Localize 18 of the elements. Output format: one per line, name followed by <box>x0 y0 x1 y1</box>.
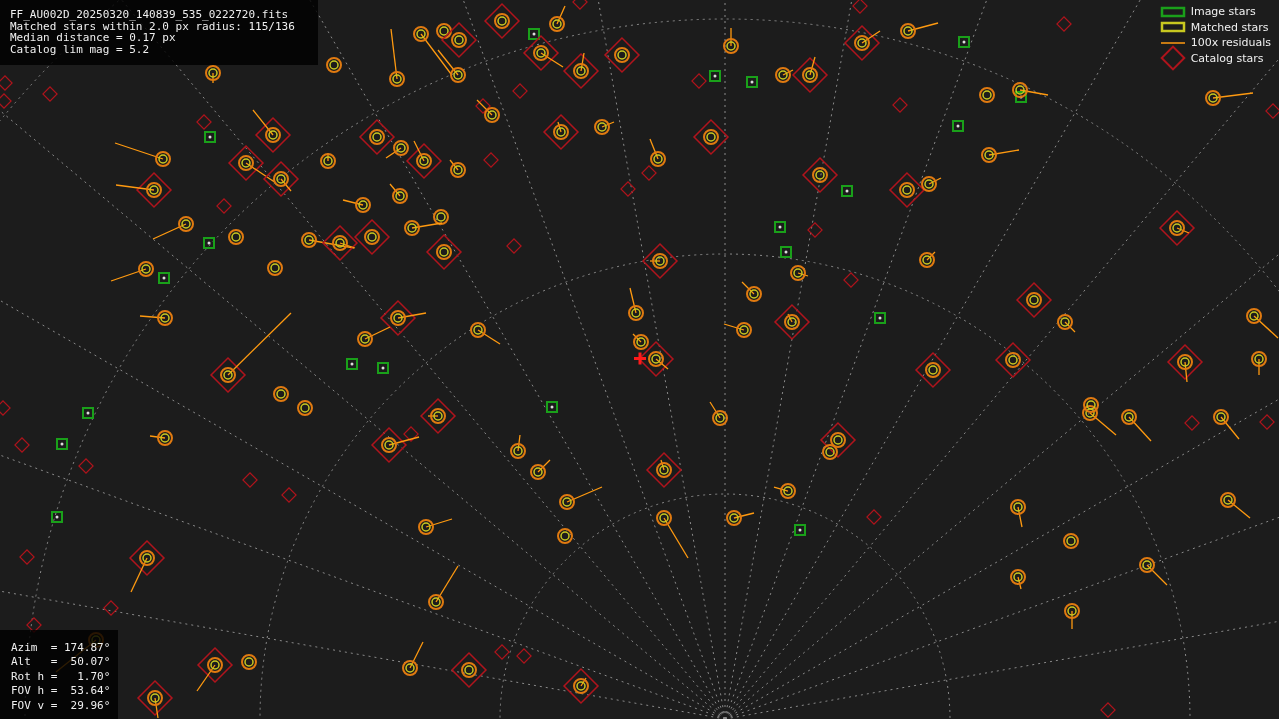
pointing-text: Alt = 50.07° <box>11 655 111 670</box>
image-star-marker-icon <box>1160 6 1185 17</box>
pointing-text: FOV h = 53.64° <box>11 684 111 699</box>
legend-label: Catalog stars <box>1190 51 1264 65</box>
residual-line-icon <box>1159 42 1186 44</box>
pointing-text: Azim = 174.87° <box>11 640 111 655</box>
legend-label: Matched stars <box>1190 20 1269 34</box>
pointing-text: FOV v = 29.96° <box>11 698 111 713</box>
info-text: FF_AU002D_20250320_140839_535_0222720.fits <box>10 9 290 21</box>
info-text: Catalog lim mag = 5.2 <box>10 43 151 55</box>
pointing-text: Rot h = 1.70° <box>11 669 111 684</box>
info-text: Matched stars within 2.0 px radius: 115/136 <box>10 20 296 32</box>
matched-star-marker-icon <box>1160 22 1185 33</box>
info-text: Median distance = 0.17 px <box>10 32 176 44</box>
legend-label: Image stars <box>1190 5 1256 19</box>
center-cross-icon <box>634 352 646 365</box>
diamond-icon <box>1159 45 1186 71</box>
legend-label: 100x residuals <box>1190 36 1271 50</box>
